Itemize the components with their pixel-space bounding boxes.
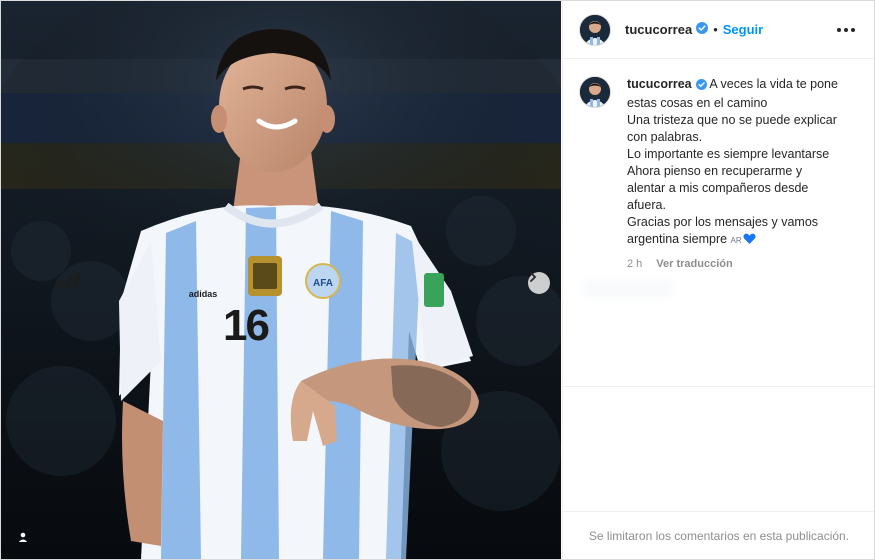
- more-options-icon[interactable]: [833, 24, 859, 36]
- post-username[interactable]: tucucorrea: [625, 22, 692, 37]
- caption-first-line: tucucorrea A veces la vida te pone: [627, 76, 838, 95]
- caption-last-line: argentina siempre AR: [627, 231, 838, 250]
- blurred-region: [583, 280, 673, 298]
- caption-line: con palabras.: [627, 130, 703, 144]
- caption-line: Lo importante es siempre levantarse: [627, 147, 830, 161]
- user-tag-icon: [18, 532, 28, 542]
- caption-avatar[interactable]: [579, 76, 611, 108]
- instagram-post: AFA adidas 16 tucucorrea • Seguir tucuco…: [0, 0, 875, 560]
- caption-line: A veces la vida te pone: [709, 77, 838, 91]
- comments-limited-text: Se limitaron los comentarios en esta pub…: [588, 529, 850, 543]
- post-time: 2 h: [627, 258, 643, 270]
- avatar-image: [580, 14, 610, 45]
- chevron-right-icon: [530, 272, 537, 282]
- caption-line: estas cosas en el camino: [627, 96, 768, 110]
- svg-text:AFA: AFA: [313, 278, 333, 289]
- separator-dot: •: [713, 22, 718, 37]
- player-photo: AFA adidas: [1, 1, 561, 559]
- follow-button[interactable]: Seguir: [723, 22, 763, 37]
- caption-line: afuera.: [627, 198, 666, 212]
- caption-line: argentina siempre: [627, 232, 728, 246]
- next-photo-button[interactable]: [528, 272, 550, 294]
- caption-meta: 2 h Ver traducción: [627, 256, 838, 273]
- comments-area: tucucorrea A veces la vida te pone estas…: [563, 60, 874, 386]
- comments-limited-notice: Se limitaron los comentarios en esta pub…: [563, 511, 874, 559]
- blue-heart-icon: [743, 233, 756, 250]
- verified-badge-icon: [696, 21, 709, 39]
- caption-text: tucucorrea A veces la vida te pone estas…: [627, 76, 838, 273]
- caption-line: Una tristeza que no se puede explicar: [627, 113, 837, 127]
- post-photo[interactable]: AFA adidas 16: [1, 1, 561, 559]
- profile-avatar[interactable]: [579, 13, 611, 46]
- svg-text:adidas: adidas: [189, 289, 218, 299]
- see-translation-link[interactable]: Ver traducción: [656, 256, 732, 273]
- verified-badge-icon: [695, 78, 707, 95]
- flag-emoji: AR: [730, 236, 742, 245]
- panel-divider: [563, 386, 874, 387]
- avatar-image: [580, 77, 610, 107]
- user-tag-button[interactable]: [17, 531, 35, 549]
- caption-line: Ahora pienso en recuperarme y: [627, 164, 803, 178]
- caption-line: Gracias por los mensajes y vamos: [627, 215, 819, 229]
- caption-line: alentar a mis compañeros desde: [627, 181, 809, 195]
- caption-comment: tucucorrea A veces la vida te pone estas…: [579, 76, 859, 273]
- post-header: tucucorrea • Seguir: [563, 1, 874, 59]
- caption-username[interactable]: tucucorrea: [627, 77, 692, 91]
- jersey-number: 16: [223, 301, 270, 350]
- post-side-panel: tucucorrea • Seguir tucucorrea A veces l…: [562, 1, 874, 559]
